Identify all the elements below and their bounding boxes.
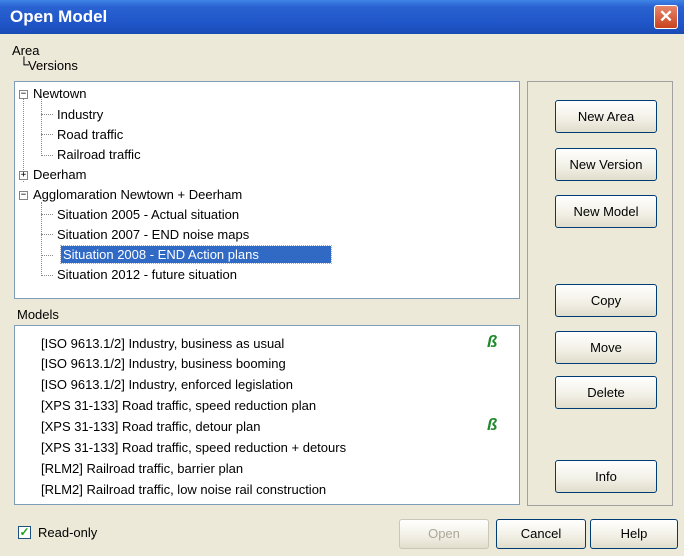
collapse-icon[interactable]: − (19, 90, 28, 99)
window-title: Open Model (10, 7, 108, 26)
info-button[interactable]: Info (555, 460, 657, 493)
tree-branch-line (41, 96, 42, 156)
new-version-button[interactable]: New Version (555, 148, 657, 181)
tree-item-situation-2008-selected[interactable]: Situation 2008 - END Action plans (60, 245, 332, 264)
open-model-dialog: Open Model ✕ Area └ Versions − Newtown I… (0, 0, 684, 556)
tree-item-road-traffic[interactable]: Road traffic (57, 126, 123, 143)
tree-item-newtown[interactable]: Newtown (33, 85, 86, 102)
list-item[interactable]: [ISO 9613.1/2] Industry, business as usu… (41, 336, 284, 351)
tree-item-situation-2007[interactable]: Situation 2007 - END noise maps (57, 226, 249, 243)
list-item[interactable]: [XPS 31-133] Road traffic, speed reducti… (41, 440, 346, 455)
cancel-button[interactable]: Cancel (496, 519, 586, 549)
list-item[interactable]: [RLM2] Railroad traffic, barrier plan (41, 461, 243, 476)
title-bar: Open Model ✕ (0, 0, 684, 34)
models-caption: Models (17, 307, 59, 322)
open-button[interactable]: Open (399, 519, 489, 549)
list-item[interactable]: [XPS 31-133] Road traffic, detour plan (41, 419, 260, 434)
tree-item-agglomaration[interactable]: Agglomaration Newtown + Deerham (33, 186, 242, 203)
list-item[interactable]: [XPS 31-133] Road traffic, speed reducti… (41, 398, 316, 413)
new-area-button[interactable]: New Area (555, 100, 657, 133)
tree-item-deerham[interactable]: Deerham (33, 166, 86, 183)
tree-item-industry[interactable]: Industry (57, 106, 103, 123)
close-icon: ✕ (658, 7, 674, 26)
check-icon: ✓ (19, 525, 30, 539)
model-marker-icon: ß (487, 415, 498, 434)
area-version-tree[interactable]: − Newtown Industry Road traffic Railroad… (14, 81, 520, 299)
list-item[interactable]: [RLM2] Railroad traffic, low noise rail … (41, 482, 326, 497)
collapse-icon[interactable]: − (19, 191, 28, 200)
list-item[interactable]: [ISO 9613.1/2] Industry, enforced legisl… (41, 377, 293, 392)
tree-item-railroad-traffic[interactable]: Railroad traffic (57, 146, 141, 163)
read-only-checkbox[interactable]: ✓ (18, 526, 31, 539)
model-marker-icon: ß (487, 332, 498, 351)
help-button[interactable]: Help (590, 519, 678, 549)
move-button[interactable]: Move (555, 331, 657, 364)
copy-button[interactable]: Copy (555, 284, 657, 317)
tree-item-situation-2012[interactable]: Situation 2012 - future situation (57, 266, 237, 283)
versions-caption: Versions (28, 58, 78, 73)
close-button[interactable]: ✕ (654, 5, 678, 29)
tree-item-situation-2005[interactable]: Situation 2005 - Actual situation (57, 206, 239, 223)
models-list[interactable]: [ISO 9613.1/2] Industry, business as usu… (14, 325, 520, 505)
read-only-label: Read-only (38, 525, 98, 540)
list-item[interactable]: [ISO 9613.1/2] Industry, business boomin… (41, 356, 286, 371)
expand-icon[interactable]: + (19, 171, 28, 180)
delete-button[interactable]: Delete (555, 376, 657, 409)
new-model-button[interactable]: New Model (555, 195, 657, 228)
